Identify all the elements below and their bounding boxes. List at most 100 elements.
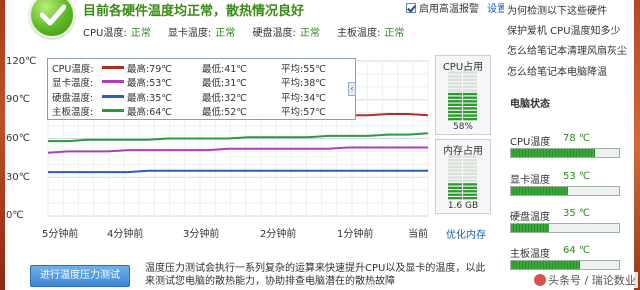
meter-segment: [463, 155, 477, 158]
pc-status-cpu: CPU温度 78 ℃: [510, 133, 620, 163]
meter-segment: [448, 190, 462, 193]
stress-test-description: 温度压力测试会执行一系列复杂的运算来快速提升CPU以及显卡的温度，以此来测试您电…: [145, 263, 486, 287]
meter-segment: [463, 169, 477, 172]
legend-name: 显卡温度:: [52, 78, 94, 89]
pc-status-label: 主板温度: [510, 249, 550, 260]
x-tick-label: 1分钟前: [337, 229, 374, 240]
legend-min: 最低:41℃: [202, 64, 247, 75]
pc-status-fill: [511, 149, 596, 157]
legend-swatch: [102, 66, 124, 69]
meter-segment: [463, 103, 477, 106]
meter-segment: [463, 75, 477, 78]
cpu-usage-meter: CPU占用 58%: [435, 55, 491, 135]
meter-segment: [463, 183, 477, 186]
optimize-memory-link[interactable]: 优化内存: [446, 226, 486, 241]
y-tick-label: 30℃: [6, 172, 30, 183]
legend-swatch: [102, 80, 124, 83]
pc-status-title: 电脑状态: [510, 99, 550, 110]
faq-link[interactable]: 保护爱机 CPU温度知多少: [507, 22, 621, 37]
meter-segment: [463, 117, 477, 121]
pc-status-label: 显卡温度: [510, 175, 550, 186]
meter-segment: [448, 193, 462, 196]
legend-name: 主板温度:: [52, 107, 94, 118]
legend-max: 最高:64℃: [127, 107, 172, 118]
pc-status-label: CPU温度: [510, 137, 551, 148]
meter-segment: [448, 114, 462, 117]
legend-avg: 平均:55℃: [281, 64, 326, 75]
pc-status-board: 主板温度 64 ℃: [510, 245, 620, 275]
legend-swatch: [102, 109, 124, 112]
meter-segment: [463, 186, 477, 189]
x-tick-label: 当前: [408, 229, 428, 240]
legend-avg: 平均:34℃: [281, 93, 326, 104]
pc-status-bar: [510, 148, 620, 158]
meter-segment: [463, 89, 477, 92]
meter-segment: [463, 100, 477, 103]
meter-segment: [448, 110, 462, 114]
faq-link[interactable]: 怎么给笔记本电脑降温: [507, 63, 607, 78]
meter-segment: [448, 159, 462, 162]
pc-status-value: 53 ℃: [563, 171, 591, 182]
meter-segment: [463, 92, 477, 96]
meter-segment: [448, 100, 462, 103]
meter-segment: [448, 89, 462, 92]
y-tick-label: 90℃: [6, 94, 30, 105]
pc-status-bar: [510, 260, 620, 270]
faq-link[interactable]: 为何检测以下这些硬件: [507, 2, 607, 17]
pc-status-value: 78 ℃: [563, 133, 591, 144]
meter-segment: [448, 78, 462, 81]
legend-max: 最高:35℃: [127, 93, 172, 104]
meter-segment: [463, 172, 477, 176]
meter-segment: [448, 186, 462, 189]
meter-segment: [448, 82, 462, 85]
pc-status-gpu: 显卡温度 53 ℃: [510, 171, 620, 201]
meter-segment: [448, 75, 462, 78]
y-tick-label: 0℃: [6, 210, 24, 221]
right-panel: 为何检测以下这些硬件 保护爱机 CPU温度知多少 怎么给笔记本清理风扇灰尘 怎么…: [504, 0, 634, 290]
meter-segment: [463, 78, 477, 81]
legend-min: 最低:32℃: [202, 93, 247, 104]
meter-segment: [448, 179, 462, 182]
x-tick-label: 4分钟前: [107, 229, 144, 240]
pc-status-bar: [510, 223, 620, 233]
meter-segment: [463, 197, 477, 200]
pc-status-value: 35 ℃: [563, 208, 591, 219]
pc-status-fill: [511, 187, 569, 195]
x-tick-label: 2分钟前: [260, 229, 297, 240]
memory-usage-bars: [448, 155, 477, 200]
legend-swatch: [102, 95, 124, 98]
meter-segment: [448, 183, 462, 186]
meter-segment: [448, 103, 462, 106]
meter-segment: [463, 193, 477, 196]
cpu-usage-bars: [448, 71, 477, 121]
faq-link[interactable]: 怎么给笔记本清理风扇灰尘: [507, 42, 627, 57]
memory-usage-meter: 内存占用 1.6 GB: [435, 139, 491, 214]
meter-segment: [448, 85, 462, 89]
meter-segment: [448, 92, 462, 96]
legend-min: 最低:31℃: [202, 78, 247, 89]
meter-segment: [448, 197, 462, 200]
meter-segment: [448, 107, 462, 110]
legend-name: CPU温度:: [52, 64, 94, 75]
legend-collapse-button[interactable]: ‹: [348, 82, 356, 96]
legend-max: 最高:53℃: [127, 78, 172, 89]
pc-status-fill: [511, 224, 549, 232]
hardware-temperature-window: 目前各硬件温度均正常，散热情况良好 CPU温度: 正常 显卡温度: 正常 硬盘温度:…: [0, 0, 640, 290]
stress-test-button[interactable]: 进行温度压力测试: [30, 265, 130, 287]
x-tick-label: 5分钟前: [42, 229, 79, 240]
meter-segment: [448, 162, 462, 165]
pc-status-disk: 硬盘温度 35 ℃: [510, 208, 620, 238]
meter-segment: [448, 155, 462, 158]
legend-avg: 平均:38℃: [281, 78, 326, 89]
x-tick-label: 3分钟前: [183, 229, 220, 240]
legend-avg: 平均:57℃: [281, 107, 326, 118]
meter-segment: [448, 169, 462, 172]
meter-segment: [463, 159, 477, 162]
legend-name: 硬盘温度:: [52, 93, 94, 104]
legend-min: 最低:52℃: [202, 107, 247, 118]
y-tick-label: 120℃: [6, 56, 37, 67]
meter-segment: [463, 85, 477, 89]
meter-segment: [463, 71, 477, 74]
meter-segment: [448, 176, 462, 179]
meter-segment: [463, 190, 477, 193]
